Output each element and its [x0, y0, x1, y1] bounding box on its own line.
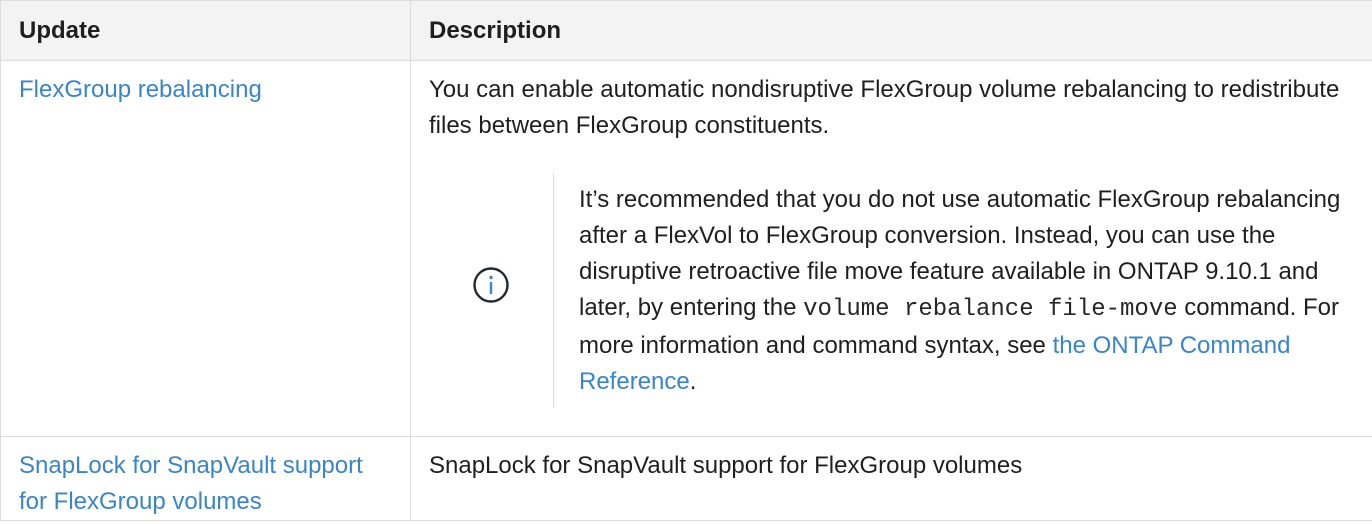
update-cell: SnapLock for SnapVault support for FlexG… — [0, 436, 411, 521]
note-icon-column — [429, 173, 554, 408]
flexgroup-rebalancing-link[interactable]: FlexGroup rebalancing — [19, 76, 262, 103]
header-update: Update — [0, 0, 411, 61]
description-cell: SnapLock for SnapVault support for FlexG… — [410, 436, 1372, 521]
updates-table: Update Description FlexGroup rebalancing… — [0, 0, 1372, 521]
description-text: SnapLock for SnapVault support for FlexG… — [429, 452, 1023, 479]
info-circle-icon — [472, 266, 510, 315]
header-description: Description — [410, 0, 1372, 61]
snaplock-snapvault-link[interactable]: SnapLock for SnapVault support for FlexG… — [19, 452, 363, 515]
command-code: volume rebalance file-move — [803, 296, 1178, 323]
table-header-row: Update Description — [0, 0, 1372, 61]
table-row: SnapLock for SnapVault support for FlexG… — [0, 436, 1372, 521]
note-text-end: . — [689, 368, 697, 395]
update-cell: FlexGroup rebalancing — [0, 60, 411, 437]
table-row: FlexGroup rebalancing You can enable aut… — [0, 60, 1372, 437]
admonition-note: It’s recommended that you do not use aut… — [429, 173, 1354, 408]
description-text: You can enable automatic nondisruptive F… — [429, 76, 1340, 139]
note-text: It’s recommended that you do not use aut… — [554, 173, 1354, 408]
description-cell: You can enable automatic nondisruptive F… — [410, 60, 1372, 437]
